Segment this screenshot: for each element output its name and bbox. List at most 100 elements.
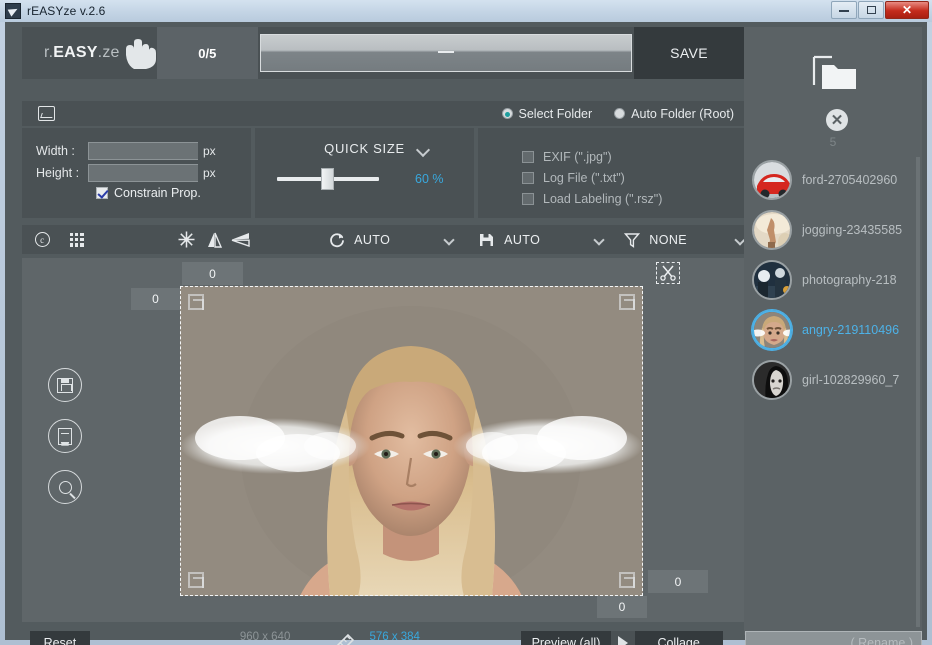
log-file-label: Log File (".txt") [543, 171, 625, 185]
thumbnail-photography [754, 262, 790, 298]
height-input[interactable] [88, 164, 198, 182]
thumbnail-angry [754, 312, 790, 348]
save-disk-icon [57, 377, 73, 393]
log-file-checkbox[interactable] [522, 172, 534, 184]
folder-row: Select Folder Auto Folder (Root) [22, 101, 744, 126]
flip-vertical-button[interactable] [202, 232, 228, 248]
document-icon [58, 427, 72, 445]
crop-handle-bottom-left[interactable] [188, 572, 204, 588]
window-controls: ✕ [831, 1, 929, 19]
avatar [752, 310, 792, 350]
save-disk-button[interactable] [48, 368, 82, 402]
quick-size-slider[interactable] [277, 168, 379, 190]
folder-mode-radios: Select Folder Auto Folder (Root) [501, 107, 744, 121]
load-labeling-checkbox[interactable] [522, 193, 534, 205]
crop-tool-button[interactable] [656, 262, 680, 284]
flip-horizontal-button[interactable] [228, 232, 254, 247]
thumbnail-girl [754, 362, 790, 398]
rotate-label: AUTO [354, 232, 391, 247]
list-item[interactable]: jogging-23435585 [744, 205, 922, 255]
progress-bar [259, 34, 633, 72]
option-log-file[interactable]: Log File (".txt") [522, 171, 744, 185]
crop-handle-top-right[interactable] [619, 294, 635, 310]
preview-all-button[interactable]: Preview (all) [521, 630, 611, 645]
logo-bold: EASY [53, 44, 98, 61]
radio-dot-select [501, 108, 513, 119]
slider-thumb[interactable] [321, 168, 334, 190]
file-count: 5 [829, 135, 837, 149]
collage-button[interactable]: Collage [634, 630, 723, 645]
quick-size-percent: 60 % [415, 172, 444, 186]
radio-select-folder[interactable]: Select Folder [501, 107, 592, 121]
crop-right-value[interactable]: 0 [648, 570, 708, 593]
avatar [752, 360, 792, 400]
save-button[interactable]: SAVE [634, 27, 745, 79]
brightness-icon [178, 231, 195, 248]
crop-bottom-value[interactable]: 0 [597, 596, 647, 618]
crop-handle-bottom-right[interactable] [619, 572, 635, 588]
zoom-icon [58, 480, 72, 494]
folder-icon[interactable] [812, 55, 858, 93]
grid-button[interactable] [62, 232, 91, 247]
constrain-checkbox[interactable] [96, 187, 108, 199]
height-label: Height : [36, 166, 80, 180]
options-panel: EXIF (".jpg") Log File (".txt") Load Lab… [478, 128, 744, 218]
progress-dash [437, 51, 454, 54]
list-item-selected[interactable]: angry-219110496 [744, 305, 922, 355]
width-label: Width : [36, 144, 75, 158]
filter-label: NONE [649, 232, 687, 247]
crop-top-value[interactable]: 0 [182, 262, 243, 285]
option-exif[interactable]: EXIF (".jpg") [522, 150, 744, 164]
thumbnail-jogging [754, 212, 790, 248]
list-item-label: jogging-23435585 [802, 223, 903, 237]
crop-selection[interactable] [180, 286, 643, 596]
document-button[interactable] [48, 419, 82, 453]
preview-image-content [180, 286, 643, 596]
format-dropdown[interactable]: AUTO [478, 232, 605, 248]
folder-open-icon[interactable] [38, 106, 55, 121]
maximize-button[interactable] [858, 1, 884, 19]
zoom-button[interactable] [48, 470, 82, 504]
constrain-row[interactable]: Constrain Prop. [96, 186, 251, 200]
filter-dropdown[interactable]: NONE [624, 232, 746, 248]
list-item[interactable]: ford-2705402960 [744, 155, 922, 205]
thumbnail-ford [754, 162, 790, 198]
window-title: rEASYze v.2.6 [27, 4, 106, 18]
height-unit: px [203, 166, 216, 180]
format-chevron-down-icon[interactable] [593, 233, 605, 246]
width-input[interactable] [88, 142, 198, 160]
image-preview[interactable] [180, 286, 643, 596]
close-button[interactable]: ✕ [885, 1, 929, 19]
rotate-dropdown[interactable]: AUTO [329, 232, 455, 248]
format-icon [480, 233, 494, 246]
app-icon [5, 3, 21, 19]
clear-all-button[interactable]: ✕ [826, 109, 848, 131]
quick-size-panel: QUICK SIZE 60 % [255, 128, 474, 218]
width-row: Width : px [36, 142, 251, 160]
crop-left-value[interactable]: 0 [131, 288, 180, 310]
list-item[interactable]: photography-218 [744, 255, 922, 305]
arrow-right-icon[interactable] [610, 630, 635, 645]
sidebar-scrollbar[interactable] [916, 157, 920, 627]
radio-auto-folder[interactable]: Auto Folder (Root) [614, 107, 734, 121]
canvas-tools [48, 368, 82, 504]
radio-dot-auto [614, 108, 626, 119]
rotate-chevron-down-icon[interactable] [443, 233, 455, 246]
option-load-labeling[interactable]: Load Labeling (".rsz") [522, 192, 744, 206]
copyright-button[interactable]: c [22, 232, 62, 247]
reset-button[interactable]: Reset [30, 631, 90, 645]
chevron-down-icon[interactable] [415, 142, 431, 158]
list-item[interactable]: girl-102829960_7 [744, 355, 922, 405]
rotate-icon [330, 232, 345, 247]
exif-checkbox[interactable] [522, 151, 534, 163]
rename-input[interactable]: ( Rename ) [744, 630, 922, 645]
brightness-button[interactable] [171, 231, 202, 248]
settings-panels: Width : px Height : px Constrain Prop. Q… [22, 128, 744, 218]
format-label: AUTO [504, 232, 541, 247]
radio-auto-folder-label: Auto Folder (Root) [631, 106, 734, 121]
avatar [752, 160, 792, 200]
crop-handle-top-left[interactable] [188, 294, 204, 310]
logo-suffix: .ze [97, 44, 120, 61]
grid-icon [69, 232, 84, 247]
minimize-button[interactable] [831, 1, 857, 19]
